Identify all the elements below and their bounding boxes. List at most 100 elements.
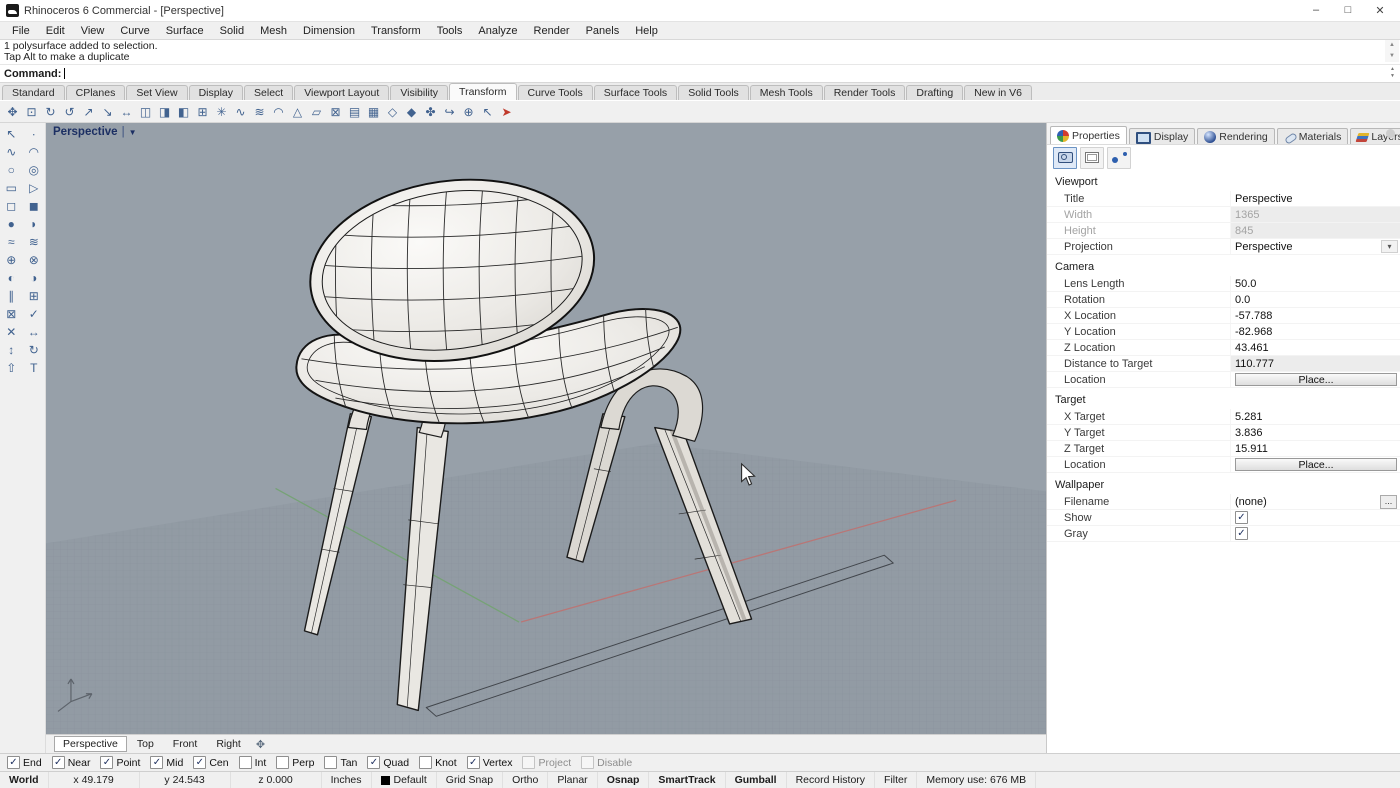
show-checkbox[interactable]: ✓: [1235, 511, 1248, 524]
gumball-relocate-icon[interactable]: ➤: [497, 103, 516, 121]
sphere-icon[interactable]: ●: [0, 216, 23, 232]
surface-from-curves-icon[interactable]: ≋: [23, 234, 46, 250]
prop-value-x-target[interactable]: 5.281: [1230, 409, 1400, 424]
prop-value-y-target[interactable]: 3.836: [1230, 425, 1400, 440]
menu-tools[interactable]: Tools: [429, 25, 471, 37]
osnap-perp-checkbox[interactable]: [276, 756, 289, 769]
text-icon[interactable]: T: [23, 360, 46, 376]
prop-value-lens-length[interactable]: 50.0: [1230, 276, 1400, 291]
menu-edit[interactable]: Edit: [38, 25, 73, 37]
toolbar-tab-standard[interactable]: Standard: [2, 85, 65, 100]
control-points-icon[interactable]: ∙: [23, 126, 46, 142]
set-points-icon[interactable]: ↖: [478, 103, 497, 121]
osnap-vertex[interactable]: ✓Vertex: [467, 756, 513, 769]
osnap-point[interactable]: ✓Point: [100, 756, 140, 769]
rotate-icon[interactable]: ↻: [41, 103, 60, 121]
osnap-knot[interactable]: Knot: [419, 756, 457, 769]
osnap-end[interactable]: ✓End: [7, 756, 42, 769]
command-line[interactable]: Command: ▲ ▼: [0, 65, 1400, 83]
osnap-vertex-checkbox[interactable]: ✓: [467, 756, 480, 769]
scroll-up-icon[interactable]: ▲: [1385, 40, 1399, 51]
boolean-difference-icon[interactable]: ⊗: [23, 252, 46, 268]
toolbar-tab-select[interactable]: Select: [244, 85, 293, 100]
toolbar-tab-new-in-v6[interactable]: New in V6: [964, 85, 1032, 100]
scroll-down-icon[interactable]: ▼: [1385, 51, 1399, 62]
move-tool-icon[interactable]: ↔: [23, 324, 46, 340]
command-history-scrollbar[interactable]: ▲ ▼: [1385, 40, 1399, 62]
toolbar-tab-cplanes[interactable]: CPlanes: [66, 85, 126, 100]
panel-tab-rendering[interactable]: Rendering: [1197, 128, 1274, 144]
osnap-mid-checkbox[interactable]: ✓: [150, 756, 163, 769]
toolbar-tab-display[interactable]: Display: [189, 85, 243, 100]
mirror-icon[interactable]: ◫: [136, 103, 155, 121]
status-osnap[interactable]: Osnap: [598, 772, 650, 788]
viewport-title-menu[interactable]: Perspective | ▼: [53, 126, 137, 138]
osnap-project[interactable]: Project: [522, 756, 571, 769]
status-ortho[interactable]: Ortho: [503, 772, 548, 788]
osnap-perp[interactable]: Perp: [276, 756, 314, 769]
twist-icon[interactable]: ≋: [250, 103, 269, 121]
prop-value-z-location[interactable]: 43.461: [1230, 340, 1400, 355]
gray-checkbox[interactable]: ✓: [1235, 527, 1248, 540]
menu-curve[interactable]: Curve: [112, 25, 157, 37]
status-smarttrack[interactable]: SmartTrack: [649, 772, 725, 788]
shear-icon[interactable]: ▱: [307, 103, 326, 121]
status-gumball[interactable]: Gumball: [726, 772, 787, 788]
viewport-properties-button[interactable]: [1053, 147, 1077, 169]
cage-edit-icon[interactable]: ⊠: [326, 103, 345, 121]
toolbar-tab-render-tools[interactable]: Render Tools: [824, 85, 906, 100]
status-world[interactable]: World: [0, 772, 49, 788]
taper-icon[interactable]: △: [288, 103, 307, 121]
maximize-button[interactable]: □: [1332, 4, 1364, 17]
rectangle-icon[interactable]: ▭: [0, 180, 23, 196]
panel-options-icon[interactable]: [1386, 129, 1395, 138]
status-x-49-179[interactable]: x 49.179: [49, 772, 140, 788]
project-icon[interactable]: ⊕: [459, 103, 478, 121]
status-planar[interactable]: Planar: [548, 772, 597, 788]
viewport-tab-top[interactable]: Top: [128, 736, 163, 752]
osnap-knot-checkbox[interactable]: [419, 756, 432, 769]
copy-icon[interactable]: ⊡: [22, 103, 41, 121]
location-place-button[interactable]: Place...: [1235, 458, 1397, 471]
spin-up-icon[interactable]: ▲: [1387, 66, 1398, 73]
osnap-tan-checkbox[interactable]: [324, 756, 337, 769]
viewport-canvas[interactable]: [46, 123, 1046, 734]
join-icon[interactable]: ✓: [23, 306, 46, 322]
osnap-near[interactable]: ✓Near: [52, 756, 91, 769]
toolbar-tab-visibility[interactable]: Visibility: [390, 85, 448, 100]
osnap-tan[interactable]: Tan: [324, 756, 357, 769]
cylinder-icon[interactable]: ◗: [23, 216, 46, 232]
flow-along-surface-icon[interactable]: ◆: [402, 103, 421, 121]
osnap-mid[interactable]: ✓Mid: [150, 756, 183, 769]
orient-on-surface-icon[interactable]: ◨: [155, 103, 174, 121]
prop-value-filename[interactable]: (none)...: [1230, 494, 1400, 509]
panel-tab-display[interactable]: Display: [1129, 128, 1195, 144]
panel-tab-materials[interactable]: Materials: [1277, 128, 1349, 144]
spin-down-icon[interactable]: ▼: [1387, 73, 1398, 80]
toolbar-tab-mesh-tools[interactable]: Mesh Tools: [750, 85, 823, 100]
status-default[interactable]: Default: [372, 772, 437, 788]
rotate-3d-icon[interactable]: ↺: [60, 103, 79, 121]
menu-transform[interactable]: Transform: [363, 25, 429, 37]
prop-value-z-target[interactable]: 15.911: [1230, 441, 1400, 456]
location-place-button[interactable]: Place...: [1235, 373, 1397, 386]
menu-render[interactable]: Render: [526, 25, 578, 37]
prop-value-x-location[interactable]: -57.788: [1230, 308, 1400, 323]
flow-icon[interactable]: ◇: [383, 103, 402, 121]
rotate-tool-icon[interactable]: ↻: [23, 342, 46, 358]
command-history[interactable]: 1 polysurface added to selection.Tap Alt…: [0, 39, 1400, 65]
toolbar-tab-transform[interactable]: Transform: [449, 83, 516, 100]
prop-value-rotation[interactable]: 0.0: [1230, 292, 1400, 307]
fillet-icon[interactable]: ◐: [0, 270, 23, 286]
ellipse-icon[interactable]: ◎: [23, 162, 46, 178]
minimize-button[interactable]: –: [1300, 4, 1332, 17]
menu-dimension[interactable]: Dimension: [295, 25, 363, 37]
pane-split-icon[interactable]: ✥: [251, 738, 270, 751]
plane-icon[interactable]: ◻: [0, 198, 23, 214]
close-button[interactable]: ✕: [1364, 4, 1396, 17]
viewport-tab-front[interactable]: Front: [164, 736, 207, 752]
osnap-int[interactable]: Int: [239, 756, 267, 769]
status-record-history[interactable]: Record History: [787, 772, 875, 788]
menu-file[interactable]: File: [4, 25, 38, 37]
menu-help[interactable]: Help: [627, 25, 666, 37]
